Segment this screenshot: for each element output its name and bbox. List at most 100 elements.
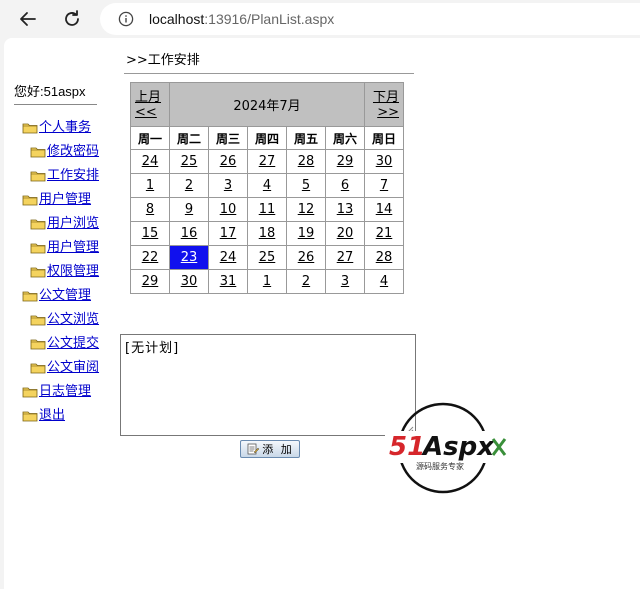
- sidebar-item[interactable]: 公文提交: [30, 331, 99, 351]
- sidebar-item[interactable]: 公文管理: [22, 283, 91, 303]
- prev-month-arrow[interactable]: <<: [135, 105, 169, 120]
- calendar-day-cell[interactable]: 4: [247, 173, 287, 198]
- calendar-day-cell[interactable]: 25: [247, 245, 287, 270]
- sidebar-item[interactable]: 用户管理: [22, 187, 91, 207]
- calendar-day-cell[interactable]: 8: [130, 197, 170, 222]
- calendar-day-cell[interactable]: 26: [286, 245, 326, 270]
- sidebar-item-label[interactable]: 退出: [39, 404, 65, 423]
- calendar-day-cell[interactable]: 1: [130, 173, 170, 198]
- calendar-day-cell[interactable]: 3: [208, 173, 248, 198]
- calendar-day-cell[interactable]: 15: [130, 221, 170, 246]
- calendar-day-cell[interactable]: 30: [364, 149, 404, 174]
- calendar-day-cell[interactable]: 18: [247, 221, 287, 246]
- sidebar-item[interactable]: 工作安排: [30, 163, 99, 183]
- calendar-day-cell[interactable]: 24: [130, 149, 170, 174]
- sidebar-item-label[interactable]: 日志管理: [39, 380, 91, 399]
- calendar-day-link[interactable]: 24: [142, 154, 159, 169]
- sidebar-item-label[interactable]: 公文提交: [47, 332, 99, 351]
- calendar-day-link[interactable]: 5: [302, 178, 310, 193]
- calendar-day-link[interactable]: 28: [298, 154, 315, 169]
- calendar-day-cell[interactable]: 9: [169, 197, 209, 222]
- calendar-day-cell[interactable]: 25: [169, 149, 209, 174]
- back-button[interactable]: [15, 6, 41, 32]
- calendar-day-link[interactable]: 20: [337, 226, 354, 241]
- calendar-day-link[interactable]: 22: [142, 250, 159, 265]
- calendar-day-link[interactable]: 30: [181, 274, 198, 289]
- sidebar-item-label[interactable]: 公文浏览: [47, 308, 99, 327]
- calendar-day-cell[interactable]: 17: [208, 221, 248, 246]
- calendar-day-link[interactable]: 14: [376, 202, 393, 217]
- sidebar-item[interactable]: 退出: [22, 403, 65, 423]
- calendar-day-link[interactable]: 16: [181, 226, 198, 241]
- calendar-day-link[interactable]: 10: [220, 202, 237, 217]
- calendar-day-link[interactable]: 29: [142, 274, 159, 289]
- calendar-day-link[interactable]: 1: [146, 178, 154, 193]
- calendar-day-cell[interactable]: 13: [325, 197, 365, 222]
- calendar-day-cell[interactable]: 16: [169, 221, 209, 246]
- calendar-day-link[interactable]: 11: [259, 202, 276, 217]
- calendar-day-link[interactable]: 3: [224, 178, 232, 193]
- sidebar-item[interactable]: 公文审阅: [30, 355, 99, 375]
- sidebar-item[interactable]: 用户浏览: [30, 211, 99, 231]
- reload-button[interactable]: [59, 6, 85, 32]
- calendar-day-cell[interactable]: 11: [247, 197, 287, 222]
- calendar-day-cell[interactable]: 14: [364, 197, 404, 222]
- calendar-day-cell[interactable]: 6: [325, 173, 365, 198]
- calendar-day-cell[interactable]: 27: [247, 149, 287, 174]
- calendar-day-cell[interactable]: 20: [325, 221, 365, 246]
- calendar-day-link[interactable]: 6: [341, 178, 349, 193]
- calendar-day-link[interactable]: 23: [181, 250, 198, 265]
- calendar-day-link[interactable]: 4: [380, 274, 388, 289]
- calendar-day-cell[interactable]: 7: [364, 173, 404, 198]
- calendar-day-cell[interactable]: 23: [169, 245, 209, 270]
- sidebar-item-label[interactable]: 权限管理: [47, 260, 99, 279]
- sidebar-item-label[interactable]: 公文管理: [39, 284, 91, 303]
- calendar-day-cell[interactable]: 3: [325, 269, 365, 294]
- calendar-day-cell[interactable]: 2: [286, 269, 326, 294]
- sidebar-item[interactable]: 个人事务: [22, 115, 91, 135]
- calendar-day-cell[interactable]: 12: [286, 197, 326, 222]
- calendar-day-cell[interactable]: 28: [286, 149, 326, 174]
- sidebar-item[interactable]: 公文浏览: [30, 307, 99, 327]
- calendar-day-cell[interactable]: 1: [247, 269, 287, 294]
- calendar-day-cell[interactable]: 2: [169, 173, 209, 198]
- calendar-day-link[interactable]: 17: [220, 226, 237, 241]
- calendar-day-link[interactable]: 8: [146, 202, 154, 217]
- sidebar-item[interactable]: 修改密码: [30, 139, 99, 159]
- calendar-day-link[interactable]: 25: [259, 250, 276, 265]
- next-month-arrow[interactable]: >>: [365, 105, 399, 120]
- calendar-day-link[interactable]: 30: [376, 154, 393, 169]
- calendar-day-cell[interactable]: 4: [364, 269, 404, 294]
- calendar-day-cell[interactable]: 31: [208, 269, 248, 294]
- sidebar-item[interactable]: 用户管理: [30, 235, 99, 255]
- sidebar-item[interactable]: 日志管理: [22, 379, 91, 399]
- calendar-day-cell[interactable]: 26: [208, 149, 248, 174]
- calendar-day-link[interactable]: 31: [220, 274, 237, 289]
- calendar-day-link[interactable]: 26: [220, 154, 237, 169]
- sidebar-item-label[interactable]: 用户管理: [39, 188, 91, 207]
- info-icon[interactable]: [118, 11, 134, 27]
- calendar-day-link[interactable]: 7: [380, 178, 388, 193]
- sidebar-item-label[interactable]: 公文审阅: [47, 356, 99, 375]
- calendar-day-cell[interactable]: 27: [325, 245, 365, 270]
- calendar-day-link[interactable]: 12: [298, 202, 315, 217]
- address-bar[interactable]: localhost:13916/PlanList.aspx: [100, 3, 640, 35]
- calendar-day-link[interactable]: 4: [263, 178, 271, 193]
- prev-month-link[interactable]: 上月: [135, 90, 169, 105]
- calendar-day-link[interactable]: 15: [142, 226, 159, 241]
- calendar-day-link[interactable]: 27: [337, 250, 354, 265]
- calendar-day-cell[interactable]: 29: [130, 269, 170, 294]
- calendar-day-cell[interactable]: 28: [364, 245, 404, 270]
- calendar-day-cell[interactable]: 24: [208, 245, 248, 270]
- calendar-day-link[interactable]: 1: [263, 274, 271, 289]
- calendar-day-link[interactable]: 2: [302, 274, 310, 289]
- add-button[interactable]: 添 加: [240, 440, 300, 458]
- calendar-day-link[interactable]: 19: [298, 226, 315, 241]
- url-text[interactable]: localhost:13916/PlanList.aspx: [149, 11, 334, 27]
- plan-textarea[interactable]: [无计划]: [120, 334, 416, 436]
- sidebar-item-label[interactable]: 个人事务: [39, 116, 91, 135]
- sidebar-item-label[interactable]: 用户浏览: [47, 212, 99, 231]
- sidebar-item-label[interactable]: 工作安排: [47, 164, 99, 183]
- next-month-link[interactable]: 下月: [365, 90, 399, 105]
- calendar-day-link[interactable]: 24: [220, 250, 237, 265]
